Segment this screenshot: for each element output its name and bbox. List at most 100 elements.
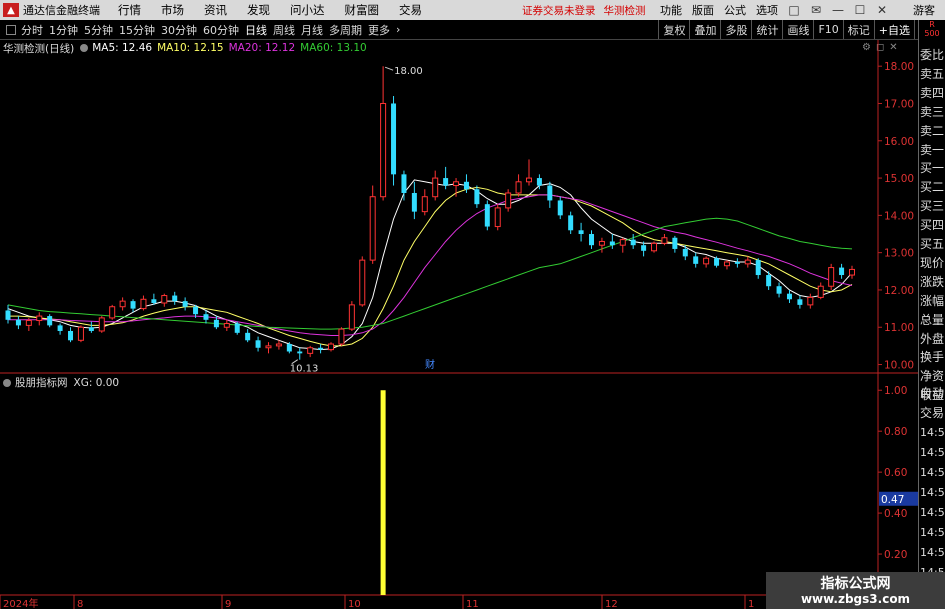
guest-login[interactable]: 游客 [913,2,935,18]
candle-body [505,192,512,209]
kline-chart[interactable]: 18.00 10.13 财 18.00 17.00 16.00 15.00 14.00 13.… [0,40,918,609]
close-icon[interactable]: ✕ [871,3,893,17]
price-tick-label: 11.00 [884,322,914,334]
quote-label: 自动 [920,386,945,400]
candle-body [693,256,699,264]
candle-body [98,317,105,332]
tab-fenshi[interactable]: 分时 [21,22,43,38]
date-tick-label: 9 [225,599,231,609]
candle-body [213,319,219,328]
candle-body [255,340,261,348]
tab-5min[interactable]: 5分钟 [84,22,113,38]
menu-xuanxiang[interactable]: 选项 [756,2,778,18]
candle-body [568,215,574,231]
candle-body [161,295,168,304]
tab-monthly[interactable]: 月线 [301,22,323,38]
price-tick-label: 13.00 [884,248,914,260]
watermark: 指标公式网 www.zbgs3.com [766,572,945,609]
menu-banmian[interactable]: 版面 [692,2,714,18]
candle-body [421,196,428,213]
menu-gongneng[interactable]: 功能 [660,2,682,18]
add-watchlist-button[interactable]: +自选 [873,20,914,39]
menu-zixun[interactable]: 资讯 [204,2,227,18]
tab-more[interactable]: 更多 [368,22,390,38]
trade-time: 14:56 [920,446,945,459]
candle-body [401,174,407,193]
candle-body [348,304,355,330]
candle-body [88,327,94,331]
level-label: 0.47 [881,494,904,506]
tab-1min[interactable]: 1分钟 [49,22,78,38]
candle-body [338,328,345,345]
panel-toggle-icon[interactable] [6,24,16,35]
quote-label: 买五 [920,237,945,251]
candle-body [275,343,282,347]
fuquan-button[interactable]: 复权 [658,20,689,39]
menu-gongshi[interactable]: 公式 [724,2,746,18]
candle-body [68,330,74,341]
price-tick-label: 18.00 [884,61,914,73]
tab-60min[interactable]: 60分钟 [203,22,239,38]
login-warning[interactable]: 证券交易未登录 [522,3,596,18]
menu-wenxiaoda[interactable]: 问小达 [290,2,325,18]
mark-button[interactable]: 标记 [842,20,874,39]
f10-button[interactable]: F10 [813,20,842,39]
maximize-icon[interactable]: ☐ [849,3,871,17]
candle-body [641,245,647,251]
indicator-tick-label: 0.40 [884,508,907,520]
multi-stock-button[interactable]: 多股 [720,20,751,39]
candle-body [182,301,188,307]
price-tick-label: 17.00 [884,98,914,110]
candle-body [203,314,209,320]
candle-body [598,240,605,246]
indicator-tick-label: 0.60 [884,467,907,479]
menu-caifuquan[interactable]: 财富圈 [345,2,380,18]
candle-body [391,103,397,175]
indicator-tick-label: 0.80 [884,426,907,438]
tab-weekly[interactable]: 周线 [273,22,295,38]
candle-body [578,230,584,235]
candle-body [547,185,553,201]
quote-label: 卖三 [920,104,945,119]
quote-label: 卖二 [920,123,945,138]
overlay-button[interactable]: 叠加 [689,20,720,39]
menu-shichang[interactable]: 市场 [161,2,184,18]
tab-30min[interactable]: 30分钟 [161,22,197,38]
candle-body [734,261,740,264]
mail-icon[interactable]: ✉ [805,3,827,17]
candle-body [328,343,335,351]
candle-body [318,347,324,350]
price-tick-label: 15.00 [884,173,914,185]
draw-line-button[interactable]: 画线 [782,20,813,39]
candle-body [36,315,43,322]
watermark-title: 指标公式网 [820,575,891,592]
quote-label: 外盘 [920,331,945,346]
indicator-toggle-icon[interactable] [3,378,11,387]
candle-body [776,286,782,294]
candle-body [140,298,147,310]
stats-button[interactable]: 统计 [751,20,782,39]
indicator-name: 股朋指标网 [15,377,68,389]
date-tick-label: 10 [348,599,361,609]
tab-multi-period[interactable]: 多周期 [329,22,362,38]
indicator-legend: 股朋指标网 XG: 0.00 [3,375,119,390]
candle-body [369,196,376,261]
candle-body [817,285,824,298]
menu-faxian[interactable]: 发现 [247,2,270,18]
menu-jiaoyi[interactable]: 交易 [399,2,422,18]
menu-bar: ▲ 通达信金融终端 行情 市场 资讯 发现 问小达 财富圈 交易 证券交易未登录… [0,0,945,20]
minimize-icon[interactable]: — [827,3,849,17]
trade-time: 14:56 [920,546,945,559]
candle-body [245,332,251,341]
date-tick-label: 2024年 [3,597,38,609]
chevron-right-icon[interactable]: › [396,23,400,36]
candle-body [57,325,63,331]
candle-body [484,204,490,227]
tab-daily[interactable]: 日线 [245,22,267,38]
window-icon[interactable]: □ [783,3,805,17]
quote-label: 总量 [920,312,945,327]
tab-15min[interactable]: 15分钟 [119,22,155,38]
menu-hangqing[interactable]: 行情 [118,2,141,18]
candle-body [849,268,855,276]
candle-body [172,295,178,302]
